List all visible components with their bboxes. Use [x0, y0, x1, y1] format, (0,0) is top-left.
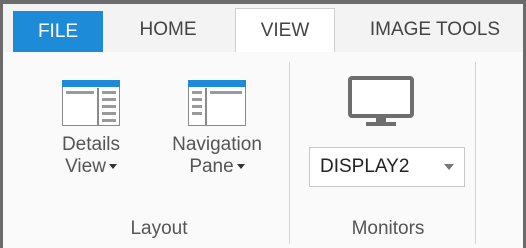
chevron-down-icon [236, 164, 245, 170]
details-view-button[interactable]: Details View [39, 80, 143, 178]
group-divider [289, 62, 290, 244]
navigation-pane-label-line2: Pane [154, 156, 280, 178]
tab-file[interactable]: FILE [13, 11, 103, 52]
tab-image-tools[interactable]: IMAGE TOOLS [349, 8, 521, 52]
details-view-label-line2: View [39, 156, 143, 178]
app-window: FILE HOME VIEW IMAGE TOOLS Details View [0, 0, 526, 248]
layout-group-label: Layout [130, 218, 188, 239]
details-view-icon [62, 80, 120, 126]
navigation-pane-icon [188, 80, 246, 126]
group-divider [475, 62, 476, 244]
dropdown-arrow-icon [444, 164, 454, 170]
monitor-icon [348, 76, 414, 126]
details-view-label-line1: Details [61, 134, 121, 155]
display-select-value: DISPLAY2 [320, 156, 410, 177]
monitors-group-label: Monitors [351, 218, 425, 239]
chevron-down-icon [108, 164, 117, 170]
display-select[interactable]: DISPLAY2 [309, 147, 465, 187]
tab-home[interactable]: HOME [121, 8, 215, 52]
navigation-pane-label-line1: Navigation [172, 134, 262, 155]
navigation-pane-button[interactable]: Navigation Pane [154, 80, 280, 178]
ribbon-tab-bar: FILE HOME VIEW IMAGE TOOLS [3, 4, 523, 53]
tab-view[interactable]: VIEW [235, 8, 335, 53]
